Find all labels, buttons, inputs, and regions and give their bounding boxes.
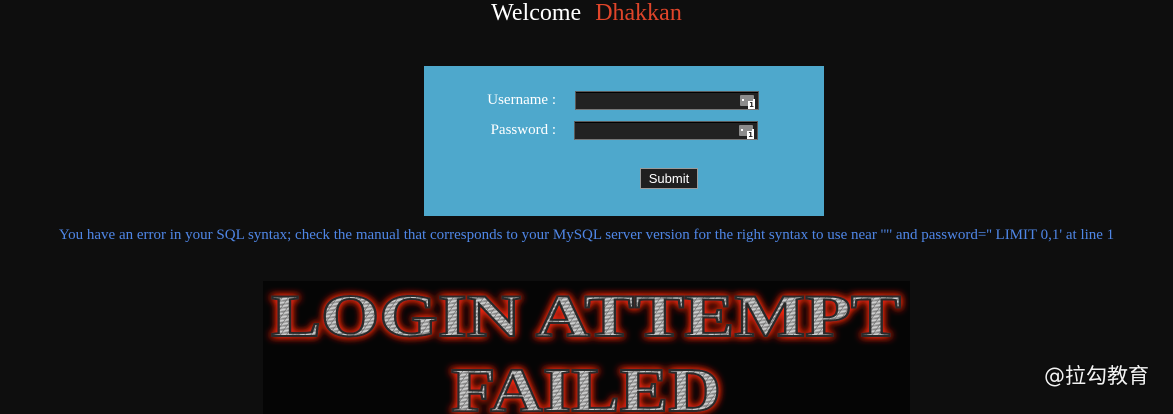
password-manager-icon[interactable]: 1 [739,125,754,139]
username-label: Username : [487,92,556,108]
page: Welcome Dhakkan Username : 1 Password : 1… [0,0,1173,414]
welcome-text: Welcome [491,0,582,26]
user-name: Dhakkan [595,0,682,26]
password-label: Password : [490,122,556,138]
sql-error-message: You have an error in your SQL syntax; ch… [58,227,1115,243]
username-field[interactable] [576,93,744,109]
login-form: Username : 1 Password : 1 Submit [424,66,824,216]
submit-button[interactable]: Submit [640,168,698,189]
password-field[interactable] [575,123,743,139]
banner-line-1: LOGIN ATTEMPT [271,283,901,349]
password-field-wrapper: 1 [574,121,758,140]
welcome-header: Welcome Dhakkan [0,0,1173,26]
watermark: @拉勾教育 [1044,364,1149,388]
login-failed-banner: LOGIN ATTEMPT FAILED [263,281,910,414]
password-manager-icon[interactable]: 1 [740,95,755,109]
username-field-wrapper: 1 [575,91,759,110]
banner-line-2: FAILED [451,357,721,414]
